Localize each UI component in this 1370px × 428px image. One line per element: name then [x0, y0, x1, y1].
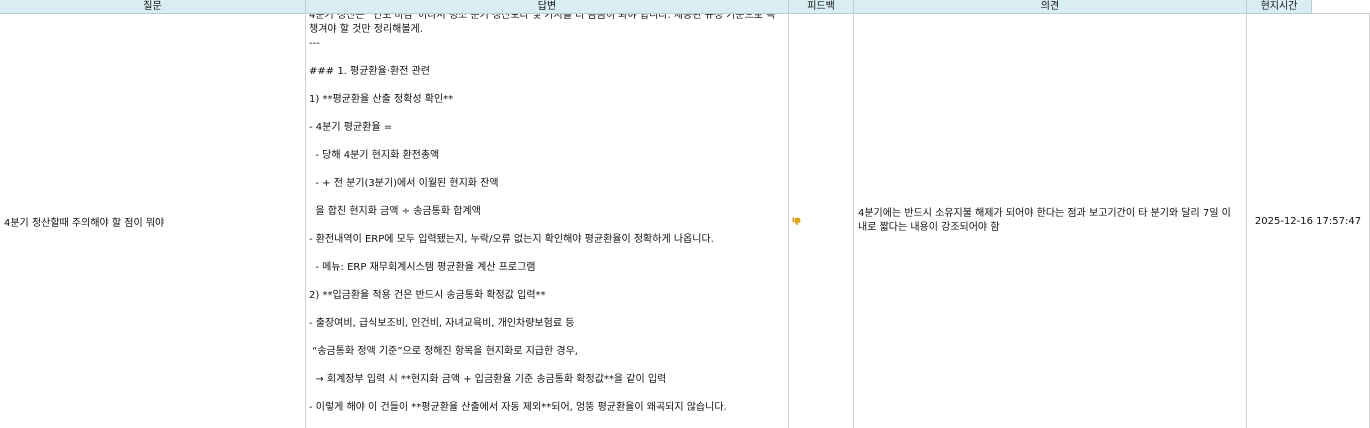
table-row[interactable]: 4분기 정산할때 주의해야 할 점이 뭐야 4분기 정산은 “연도 마감”이라서… [0, 14, 1370, 428]
answer-line: - 당해 4분기 현지화 환전총액 [309, 150, 440, 161]
answer-line: ### 1. 평균환율·환전 관련 [309, 66, 430, 77]
column-header-feedback[interactable]: 피드백 [789, 0, 854, 14]
answer-line: 을 합친 현지화 금액 ÷ 송금통화 합계액 [309, 206, 481, 217]
opinion-cell[interactable]: 4분기에는 반드시 소유지불 해제가 되어야 한다는 점과 보고기간이 타 분기… [854, 14, 1247, 428]
answer-line: - 환전내역이 ERP에 모두 입력됐는지, 누락/오류 없는지 확인해야 평균… [309, 234, 714, 245]
opinion-text: 4분기에는 반드시 소유지불 해제가 되어야 한다는 점과 보고기간이 타 분기… [858, 208, 1231, 233]
question-text: 4분기 정산할때 주의해야 할 점이 뭐야 [4, 217, 165, 229]
local-time-cell[interactable]: 2025-12-16 17:57:47 [1247, 14, 1370, 428]
feedback-cell[interactable] [789, 14, 854, 428]
column-header-opinion[interactable]: 의견 [854, 0, 1247, 14]
spreadsheet: 질문 답변 피드백 의견 현지시간 4분기 정산할때 주의해야 할 점이 뭐야 … [0, 0, 1370, 428]
answer-line: - 메뉴: ERP 재무회계시스템 평균환율 계산 프로그램 [309, 262, 536, 273]
answer-line: - + 전 분기(3분기)에서 이월된 현지화 잔액 [309, 178, 499, 189]
answer-line: --- [309, 38, 320, 49]
question-cell[interactable]: 4분기 정산할때 주의해야 할 점이 뭐야 [0, 14, 306, 428]
thumbs-down-icon [792, 216, 801, 226]
column-header-answer[interactable]: 답변 [306, 0, 789, 14]
answer-text: 4분기 정산은 “연도 마감”이라서 평소 분기 정산보다 몇 가지를 더 꼼꼼… [309, 14, 784, 428]
answer-line: - 4분기 평균환율 = [309, 122, 393, 133]
answer-cell[interactable]: 4분기 정산은 “연도 마감”이라서 평소 분기 정산보다 몇 가지를 더 꼼꼼… [306, 14, 789, 428]
local-time-text: 2025-12-16 17:57:47 [1254, 215, 1362, 227]
column-header-empty [1312, 0, 1370, 14]
header-row: 질문 답변 피드백 의견 현지시간 [0, 0, 1370, 14]
answer-line: → 회계장부 입력 시 **현지화 금액 + 입금환율 기준 송금통화 확정값*… [309, 374, 667, 385]
answer-line: - 출장여비, 급식보조비, 인건비, 자녀교육비, 개인차량보험료 등 [309, 318, 575, 329]
answer-line: 4분기 정산은 “연도 마감”이라서 평소 분기 정산보다 몇 가지를 더 꼼꼼… [309, 14, 776, 35]
answer-line: 2) **입금환율 적용 건은 반드시 송금통화 확정값 입력** [309, 290, 546, 301]
answer-line: 1) **평균환율 산출 정확성 확인** [309, 94, 454, 105]
column-header-question[interactable]: 질문 [0, 0, 306, 14]
column-header-local-time[interactable]: 현지시간 [1247, 0, 1312, 14]
answer-line: - 이렇게 해야 이 건들이 **평균환율 산출에서 자동 제외**되어, 엉뚱… [309, 402, 727, 413]
answer-line: “송금통화 정액 기준”으로 정해진 항목을 현지화로 지급한 경우, [309, 346, 578, 357]
